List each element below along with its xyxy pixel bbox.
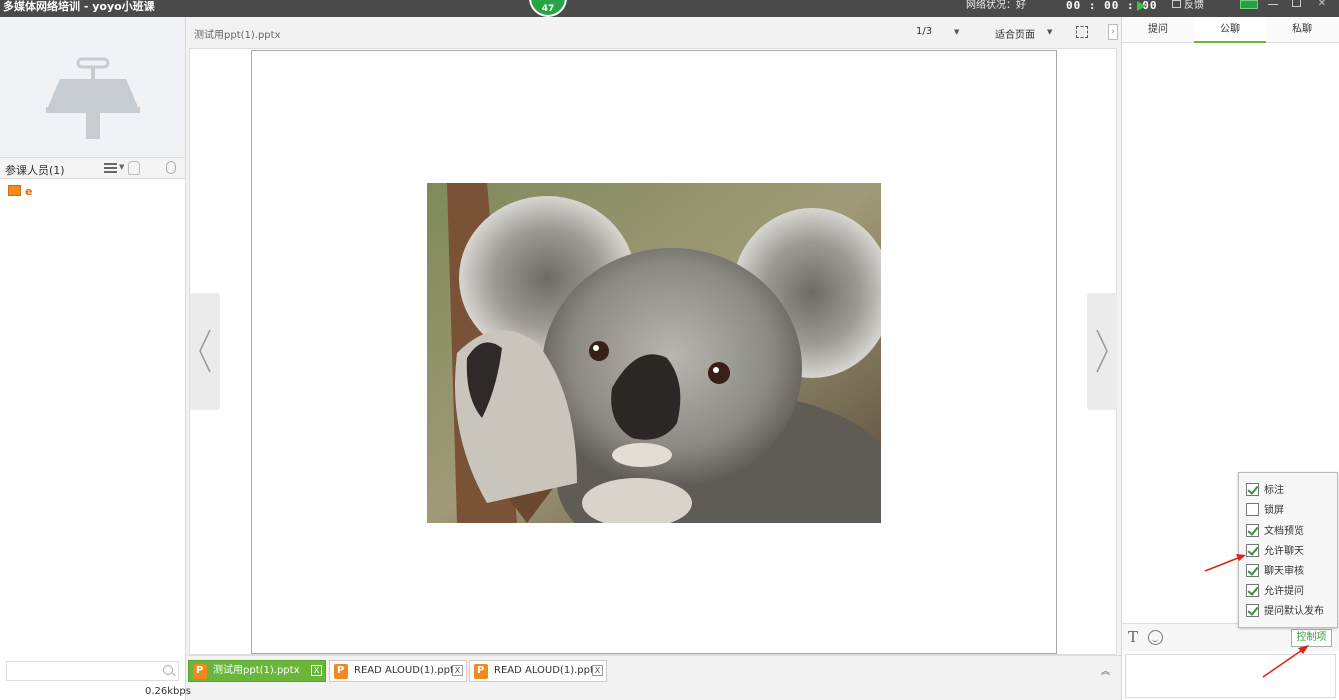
arrow-head — [1298, 645, 1309, 654]
arrow-to-allow-chat — [1204, 555, 1244, 572]
app-window: 多媒体网络培训 - yoyo小班课 47 网络状况：好 00 : 00 : 00… — [0, 0, 1339, 700]
arrow-head — [1236, 554, 1246, 561]
arrow-to-control-button — [1262, 647, 1306, 678]
annotation-arrows — [1204, 554, 1309, 678]
